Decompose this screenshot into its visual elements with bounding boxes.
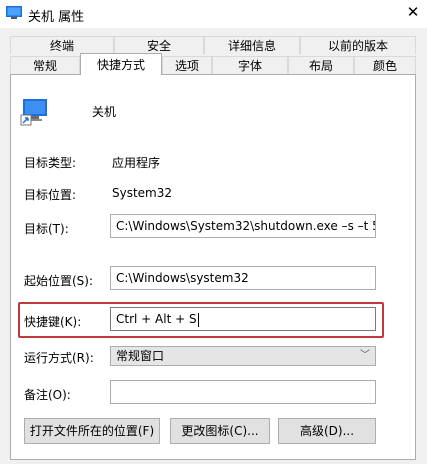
tab-colors[interactable]: 颜色 xyxy=(354,56,416,74)
tab-strip: 终端 安全 详细信息 以前的版本 常规 快捷方式 选项 字体 布局 颜色 xyxy=(0,28,427,76)
shortcut-monitor-icon xyxy=(20,99,47,126)
tab-general[interactable]: 常规 xyxy=(10,56,80,74)
close-icon[interactable]: ✕ xyxy=(403,3,423,21)
tab-details[interactable]: 详细信息 xyxy=(204,36,300,54)
advanced-button[interactable]: 高级(D)... xyxy=(278,418,376,444)
tab-layout[interactable]: 布局 xyxy=(288,56,354,74)
start-in-label: 起始位置(S): xyxy=(24,274,94,288)
target-type-label: 目标类型: xyxy=(24,156,77,170)
hotkey-label: 快捷键(K): xyxy=(24,315,82,329)
target-location-label: 目标位置: xyxy=(24,188,77,202)
tab-terminal[interactable]: 终端 xyxy=(10,36,114,54)
change-icon-button[interactable]: 更改图标(C)... xyxy=(170,418,270,444)
run-label: 运行方式(R): xyxy=(24,351,94,365)
window-app-icon xyxy=(6,6,22,19)
target-type-value: 应用程序 xyxy=(112,156,161,170)
hotkey-field[interactable]: Ctrl + Alt + S xyxy=(110,307,376,331)
tab-shortcut[interactable]: 快捷方式 xyxy=(80,53,162,75)
start-in-field[interactable]: C:\Windows\system32 xyxy=(110,266,376,290)
comment-field[interactable] xyxy=(110,380,376,404)
comment-label: 备注(O): xyxy=(24,388,71,402)
open-file-location-button[interactable]: 打开文件所在的位置(F) xyxy=(24,418,160,444)
chevron-down-icon: ﹀ xyxy=(360,350,370,361)
tab-font[interactable]: 字体 xyxy=(212,56,288,74)
run-select-value: 常规窗口 xyxy=(116,349,165,363)
title-bar: 关机 属性 ✕ xyxy=(0,0,427,28)
tab-security[interactable]: 安全 xyxy=(114,36,204,54)
target-field[interactable]: C:\Windows\System32\shutdown.exe –s –t 5 xyxy=(110,214,376,238)
tab-previous-versions[interactable]: 以前的版本 xyxy=(300,36,416,54)
target-location-value: System32 xyxy=(112,186,173,200)
target-label: 目标(T): xyxy=(24,222,69,236)
hotkey-value: Ctrl + Alt + S xyxy=(116,312,197,326)
text-caret xyxy=(197,312,199,327)
window-title: 关机 属性 xyxy=(28,10,85,25)
run-select[interactable]: 常规窗口 ﹀ xyxy=(110,346,376,366)
shortcut-name: 关机 xyxy=(92,105,117,119)
tab-options[interactable]: 选项 xyxy=(162,56,212,74)
